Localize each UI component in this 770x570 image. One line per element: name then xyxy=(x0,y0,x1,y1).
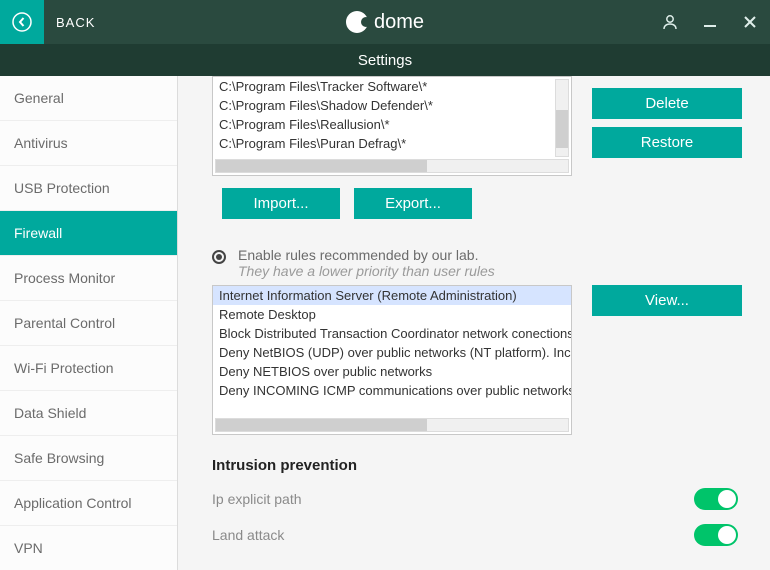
toggle-row-ip-explicit-path: Ip explicit path xyxy=(212,488,738,510)
scrollbar-horizontal[interactable] xyxy=(215,418,569,432)
sidebar-item-parental-control[interactable]: Parental Control xyxy=(0,301,177,346)
rule-item[interactable]: Block Distributed Transaction Coordinato… xyxy=(213,324,571,343)
sidebar-item-usb-protection[interactable]: USB Protection xyxy=(0,166,177,211)
path-item[interactable]: C:\Program Files\Reallusion\* xyxy=(213,115,571,134)
export-button[interactable]: Export... xyxy=(354,188,472,219)
toggle-row-land-attack: Land attack xyxy=(212,524,738,546)
close-button[interactable] xyxy=(730,0,770,44)
lab-rules-radio[interactable] xyxy=(212,250,226,264)
paths-listbox[interactable]: C:\Program Files\Tracker Software\*C:\Pr… xyxy=(212,76,572,176)
minimize-icon xyxy=(702,14,718,30)
restore-button[interactable]: Restore xyxy=(592,127,742,158)
main-panel: C:\Program Files\Tracker Software\*C:\Pr… xyxy=(178,76,770,570)
path-item[interactable]: C:\Program Files\Tracker Software\* xyxy=(213,77,571,96)
toggle-switch[interactable] xyxy=(694,488,738,510)
scrollbar-horizontal[interactable] xyxy=(215,159,569,173)
sidebar-item-application-control[interactable]: Application Control xyxy=(0,481,177,526)
lab-rules-label: Enable rules recommended by our lab. xyxy=(238,247,495,263)
brand-mark-icon xyxy=(346,11,368,33)
toggle-label: Ip explicit path xyxy=(212,491,302,507)
path-item[interactable]: C:\Program Files\Puran Defrag\* xyxy=(213,134,571,153)
lab-rules-listbox[interactable]: Internet Information Server (Remote Admi… xyxy=(212,285,572,435)
intrusion-heading: Intrusion prevention xyxy=(212,457,758,474)
brand-text: dome xyxy=(374,11,424,34)
sidebar-item-data-shield[interactable]: Data Shield xyxy=(0,391,177,436)
rule-item[interactable]: Deny NetBIOS (UDP) over public networks … xyxy=(213,343,571,362)
sidebar-item-safe-browsing[interactable]: Safe Browsing xyxy=(0,436,177,481)
minimize-button[interactable] xyxy=(690,0,730,44)
sidebar: GeneralAntivirusUSB ProtectionFirewallPr… xyxy=(0,76,178,570)
toggle-switch[interactable] xyxy=(694,524,738,546)
titlebar: BACK dome xyxy=(0,0,770,44)
sidebar-item-antivirus[interactable]: Antivirus xyxy=(0,121,177,166)
path-item[interactable]: C:\Program Files\Shadow Defender\* xyxy=(213,96,571,115)
import-button[interactable]: Import... xyxy=(222,188,340,219)
sidebar-item-process-monitor[interactable]: Process Monitor xyxy=(0,256,177,301)
sidebar-item-vpn[interactable]: VPN xyxy=(0,526,177,570)
brand-logo: dome xyxy=(346,11,424,34)
close-icon xyxy=(742,14,758,30)
rule-item[interactable]: Internet Information Server (Remote Admi… xyxy=(213,286,571,305)
toggle-label: Land attack xyxy=(212,527,284,543)
chevron-left-icon xyxy=(12,12,32,32)
rule-item[interactable]: Deny INCOMING ICMP communications over p… xyxy=(213,381,571,400)
user-icon xyxy=(660,12,680,32)
lab-rules-sublabel: They have a lower priority than user rul… xyxy=(238,263,495,279)
rule-item[interactable]: Deny NETBIOS over public networks xyxy=(213,362,571,381)
rule-item[interactable]: Remote Desktop xyxy=(213,305,571,324)
sidebar-item-firewall[interactable]: Firewall xyxy=(0,211,177,256)
page-title: Settings xyxy=(0,44,770,76)
back-label: BACK xyxy=(56,15,95,30)
back-button[interactable] xyxy=(0,0,44,44)
sidebar-item-wi-fi-protection[interactable]: Wi-Fi Protection xyxy=(0,346,177,391)
sidebar-item-general[interactable]: General xyxy=(0,76,177,121)
view-button[interactable]: View... xyxy=(592,285,742,316)
delete-button[interactable]: Delete xyxy=(592,88,742,119)
account-button[interactable] xyxy=(650,0,690,44)
scrollbar-vertical[interactable] xyxy=(555,79,569,157)
